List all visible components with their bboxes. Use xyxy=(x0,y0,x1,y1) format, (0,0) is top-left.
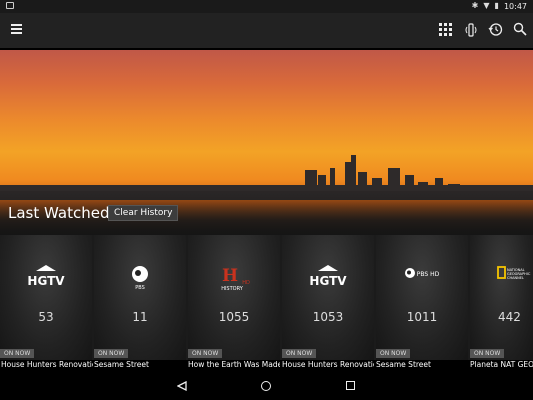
on-now-badge: ON NOW xyxy=(0,349,35,358)
network-name: PBS HD xyxy=(417,271,440,278)
channel-number: 1055 xyxy=(218,310,250,324)
show-title[interactable]: How the Earth Was Made xyxy=(188,360,280,369)
hgtv-logo: HGTV xyxy=(282,265,374,289)
system-nav-bar xyxy=(0,372,533,400)
channel-card[interactable]: H HISTORY HD 1055 ON NOW xyxy=(188,235,280,360)
show-title[interactable]: Sesame Street xyxy=(94,360,186,369)
menu-icon[interactable] xyxy=(11,24,22,35)
search-icon[interactable] xyxy=(513,22,527,36)
section-title: Last Watched xyxy=(8,204,110,222)
recent-apps-icon[interactable] xyxy=(346,381,355,390)
on-now-badge: ON NOW xyxy=(94,349,129,358)
channel-card[interactable]: PBS HD 1011 ON NOW xyxy=(376,235,468,360)
on-now-badge: ON NOW xyxy=(376,349,411,358)
hgtv-logo: HGTV xyxy=(0,265,92,289)
show-title[interactable]: Planeta NAT GEO xyxy=(470,360,533,369)
pbs-logo: PBS xyxy=(94,265,186,291)
channel-card[interactable]: HGTV 1053 ON NOW xyxy=(282,235,374,360)
on-now-badge: ON NOW xyxy=(188,349,223,358)
show-title[interactable]: Sesame Street xyxy=(376,360,468,369)
clear-history-button[interactable]: Clear History xyxy=(108,205,179,221)
home-icon[interactable] xyxy=(261,381,271,391)
network-name: HGTV xyxy=(27,274,65,288)
battery-icon: ▮ xyxy=(494,1,499,10)
grid-icon[interactable] xyxy=(439,23,452,36)
svg-text:HD: HD xyxy=(242,280,250,286)
channel-card[interactable]: HGTV 53 ON NOW xyxy=(0,235,92,360)
status-icons: ✱ ▼ ▮ 10:47 xyxy=(472,1,527,11)
channel-card[interactable]: NATIONAL GEOGRAPHIC CHANNEL 442 ON NOW xyxy=(470,235,533,360)
show-title[interactable]: House Hunters Renovation xyxy=(1,360,93,369)
natgeo-logo: NATIONAL GEOGRAPHIC CHANNEL xyxy=(470,265,533,289)
channel-number: 1053 xyxy=(312,310,344,324)
on-now-badge: ON NOW xyxy=(470,349,505,358)
network-name: HGTV xyxy=(309,274,347,288)
show-title[interactable]: House Hunters Renovation xyxy=(282,360,374,369)
status-bar: ✱ ▼ ▮ 10:47 xyxy=(0,0,533,13)
channel-number: 53 xyxy=(38,310,54,324)
channel-number: 11 xyxy=(132,310,148,324)
network-name-3: CHANNEL xyxy=(507,276,524,280)
back-icon[interactable] xyxy=(177,381,187,391)
svg-text:H: H xyxy=(222,266,238,286)
pbs-hd-logo: PBS HD xyxy=(376,265,468,289)
history-logo: H HISTORY HD xyxy=(188,265,280,292)
app-bar xyxy=(0,13,533,48)
channel-number: 1011 xyxy=(406,310,438,324)
remote-icon[interactable] xyxy=(465,23,477,37)
clock: 10:47 xyxy=(503,1,527,11)
network-name: PBS xyxy=(135,285,145,291)
wifi-icon: ▼ xyxy=(483,1,490,10)
bluetooth-icon: ✱ xyxy=(471,1,479,10)
on-now-badge: ON NOW xyxy=(282,349,317,358)
channel-list: HGTV 53 ON NOW PBS 11 ON NOW H HISTORY H… xyxy=(0,235,533,360)
channel-number: 442 xyxy=(498,310,521,324)
network-name: HISTORY xyxy=(221,286,244,292)
screenshot-notification-icon xyxy=(6,2,14,9)
show-titles-row: House Hunters Renovation Sesame Street H… xyxy=(0,360,533,372)
channel-card[interactable]: PBS 11 ON NOW xyxy=(94,235,186,360)
history-icon[interactable] xyxy=(488,22,503,37)
